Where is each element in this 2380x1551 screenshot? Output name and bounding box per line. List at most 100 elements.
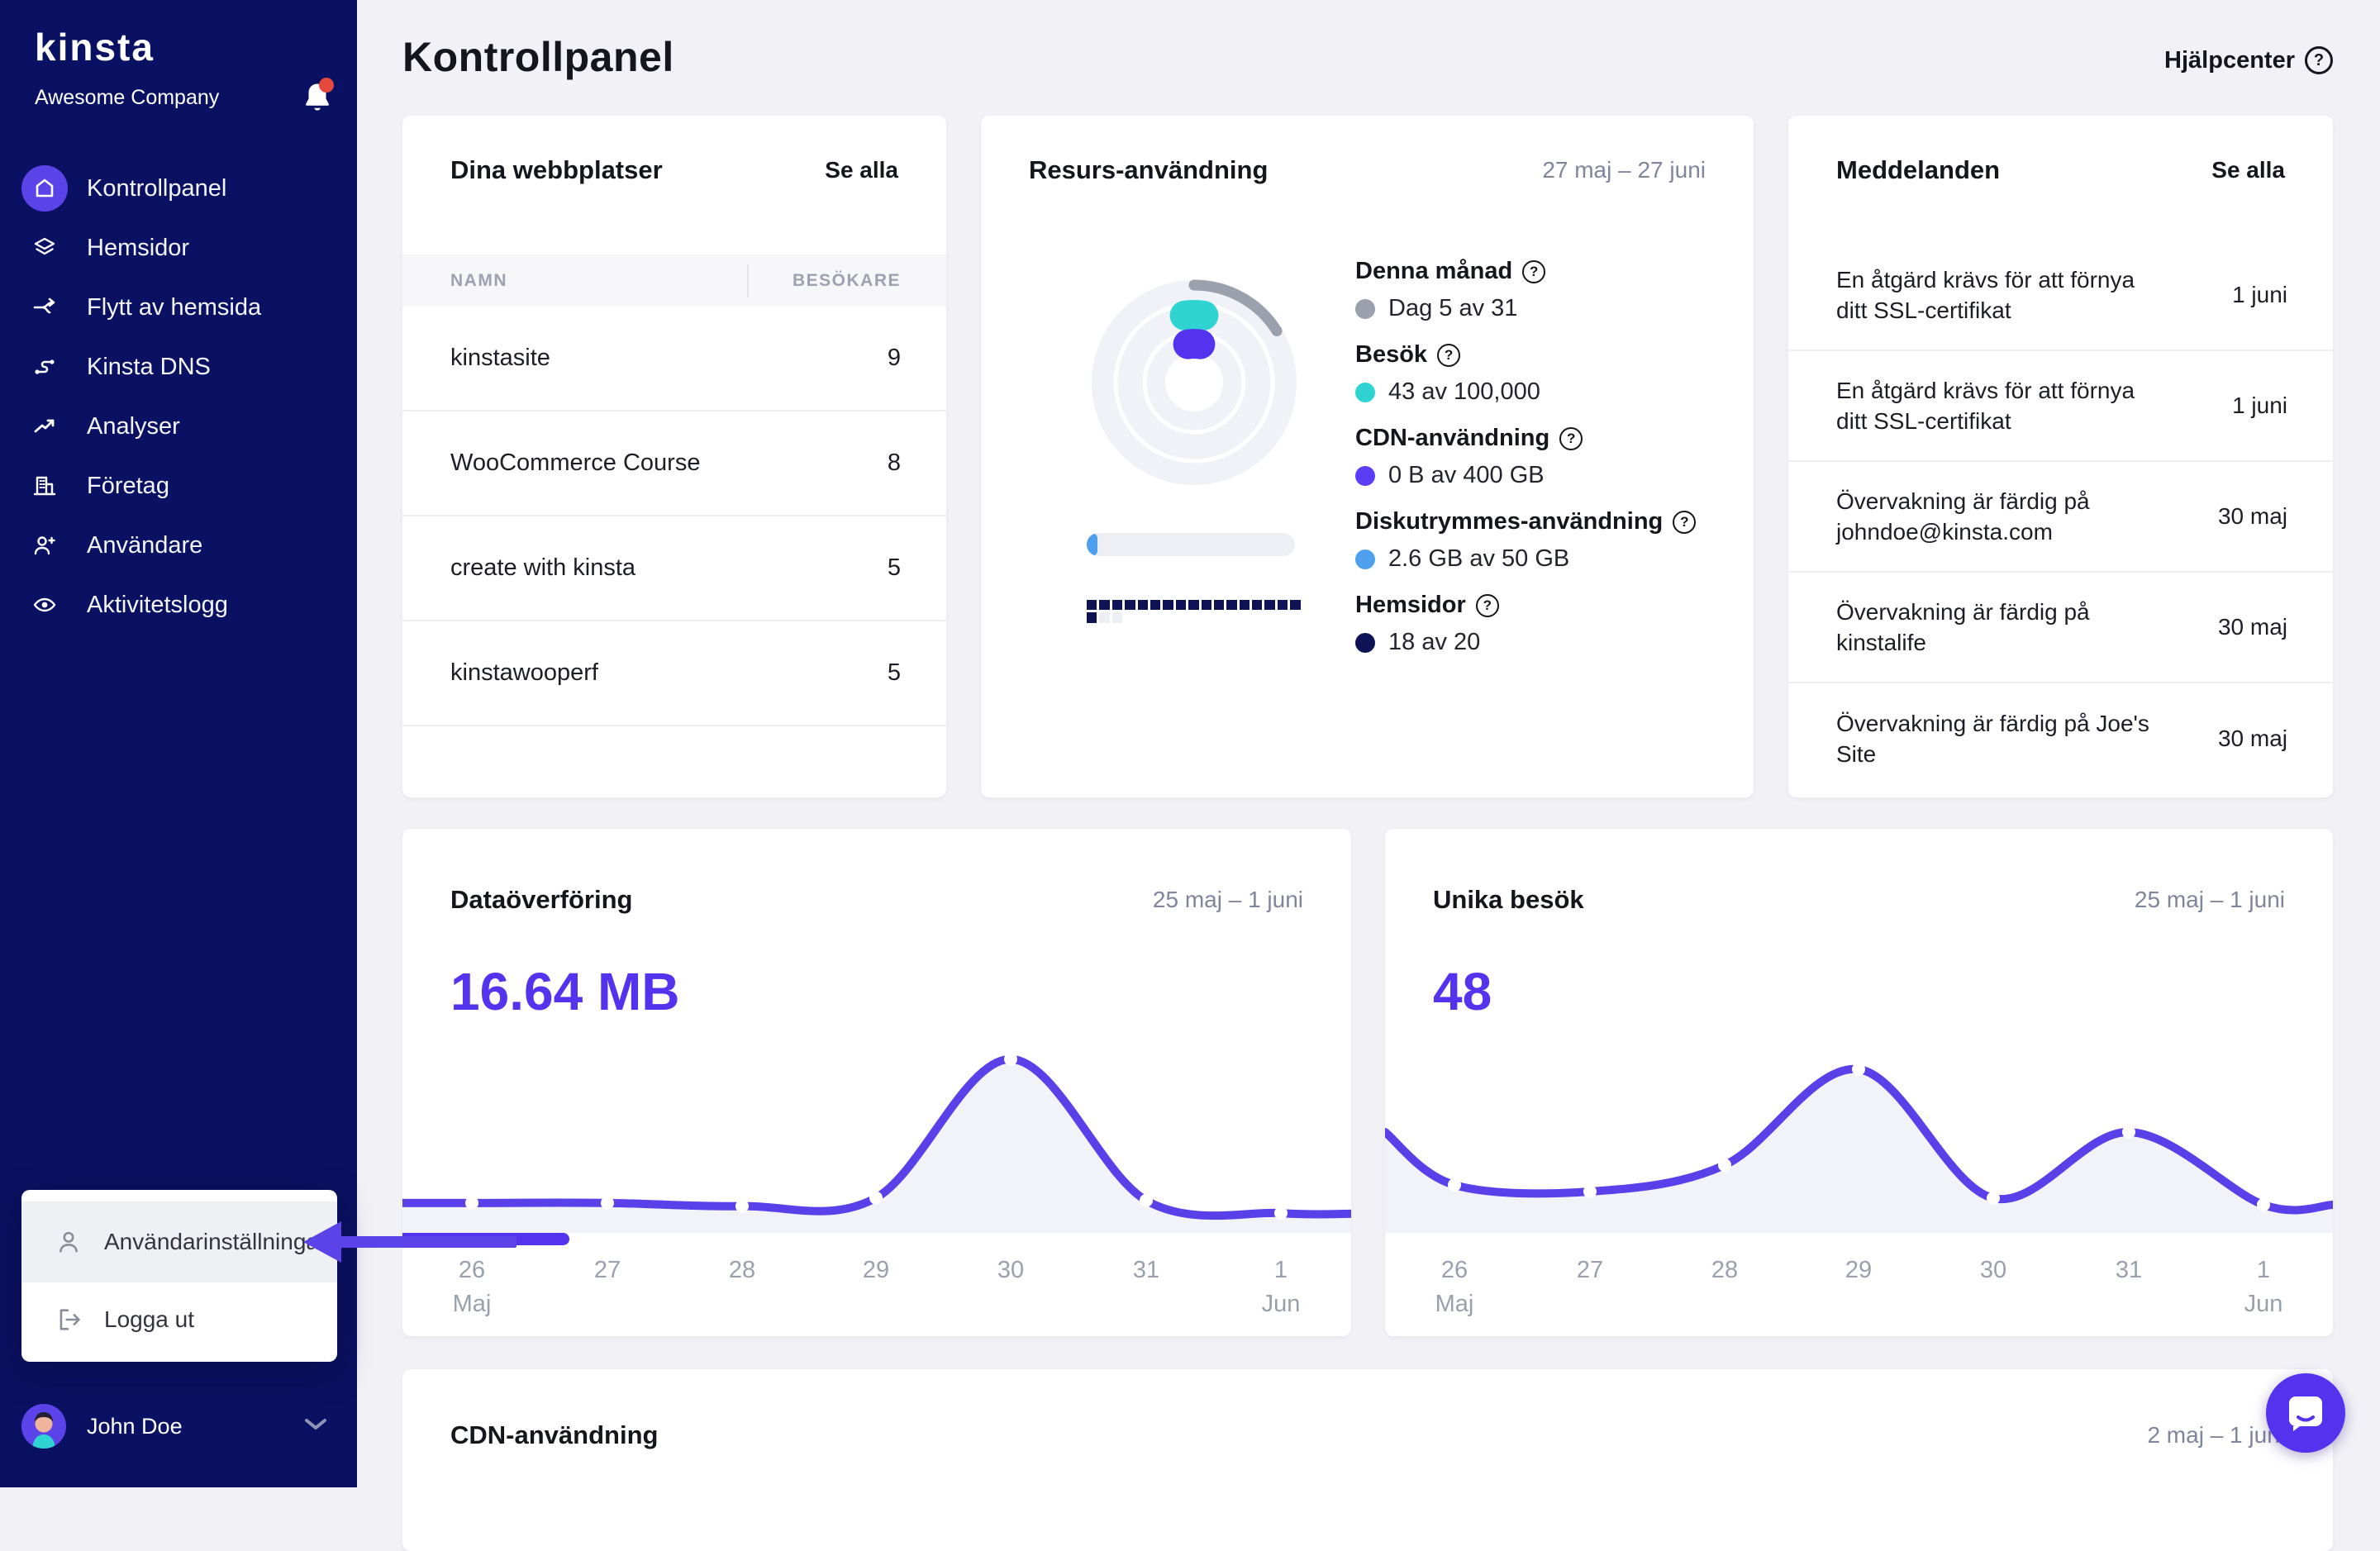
- list-item[interactable]: Övervakning är färdig på Joe's Site 30 m…: [1788, 683, 2333, 794]
- table-row[interactable]: create with kinsta 5: [402, 516, 946, 621]
- menu-item-logout[interactable]: Logga ut: [21, 1282, 337, 1357]
- sites-see-all-link[interactable]: Se alla: [825, 157, 898, 183]
- menu-item-label: Logga ut: [104, 1306, 194, 1332]
- x-axis-tick: 26 Maj: [1435, 1257, 1474, 1317]
- sidebar-item-hemsidor[interactable]: Hemsidor: [0, 218, 357, 278]
- data-transfer-card: Dataöverföring 25 maj – 1 juni 16.64 MB …: [402, 829, 1351, 1336]
- cdn-usage-card: CDN-användning 2 maj – 1 juni: [402, 1369, 2333, 1551]
- visits-total: 48: [1433, 962, 1492, 1021]
- usage-gauge: [1092, 279, 1297, 485]
- site-slot-square: [1252, 600, 1263, 611]
- disk-usage-fill: [1087, 533, 1098, 556]
- transfer-card-title: Dataöverföring: [450, 885, 633, 914]
- kinsta-logo[interactable]: kinsta: [35, 25, 155, 69]
- x-axis-tick: 31: [1132, 1257, 1160, 1283]
- migration-icon: [33, 297, 55, 314]
- sidebar-item-foretag[interactable]: Företag: [0, 456, 357, 516]
- site-slot-square: [1213, 600, 1225, 611]
- notifications-button[interactable]: [302, 78, 334, 114]
- site-slot-square: [1099, 600, 1110, 611]
- legend-dot: [1355, 298, 1375, 319]
- logout-icon: [60, 1309, 80, 1330]
- visits-date-range: 25 maj – 1 juni: [2134, 887, 2285, 912]
- column-divider: [747, 264, 749, 297]
- company-name: Awesome Company: [35, 85, 220, 109]
- x-axis-tick: 28: [728, 1257, 756, 1283]
- site-slot-square: [1264, 600, 1275, 611]
- help-icon[interactable]: ?: [1559, 426, 1583, 450]
- help-icon[interactable]: ?: [1522, 259, 1546, 283]
- user-plus-icon: [34, 536, 55, 555]
- sidebar-nav: Kontrollpanel Hemsidor Flytt av hemsida …: [0, 159, 357, 635]
- sidebar-item-anvandare[interactable]: Användare: [0, 516, 357, 575]
- legend-this-month: Denna månad? Dag 5 av 31: [1355, 258, 1719, 322]
- user-name: John Doe: [87, 1413, 183, 1439]
- site-slot-square: [1163, 600, 1173, 611]
- site-slot-square: [1188, 600, 1199, 611]
- chevron-down-icon: [304, 1417, 327, 1436]
- site-slot-square: [1111, 612, 1123, 623]
- legend-sites: Hemsidor? 18 av 20: [1355, 592, 1719, 656]
- user-account-button[interactable]: John Doe: [0, 1388, 357, 1464]
- chat-launcher-button[interactable]: [2266, 1373, 2345, 1453]
- list-item[interactable]: En åtgärd krävs för att förnya ditt SSL-…: [1788, 351, 2333, 462]
- gauge-cdn-arc: [1173, 329, 1216, 359]
- transfer-total: 16.64 MB: [450, 962, 680, 1021]
- building-icon: [33, 476, 56, 496]
- home-icon: [36, 178, 54, 197]
- help-icon[interactable]: ?: [1673, 510, 1697, 534]
- site-slot-square: [1150, 600, 1161, 611]
- menu-item-user-settings[interactable]: Användarinställningar: [21, 1201, 337, 1282]
- usage-legend: Denna månad? Dag 5 av 31 Besök? 43 av 10…: [1355, 258, 1719, 675]
- sidebar: kinsta Awesome Company Kontrollpanel Hem…: [0, 0, 357, 1487]
- sidebar-item-analyser[interactable]: Analyser: [0, 397, 357, 456]
- site-slot-square: [1277, 600, 1288, 611]
- notification-badge: [319, 78, 334, 93]
- column-visitors: BESÖKARE: [792, 270, 901, 290]
- list-item[interactable]: En åtgärd krävs för att förnya ditt SSL-…: [1788, 240, 2333, 351]
- x-axis-tick: 28: [1711, 1257, 1739, 1283]
- sites-card: Dina webbplatser Se alla NAMN BESÖKARE k…: [402, 116, 946, 797]
- x-axis-tick: 30: [997, 1257, 1025, 1283]
- legend-dot: [1355, 465, 1375, 486]
- sidebar-item-kontrollpanel[interactable]: Kontrollpanel: [0, 159, 357, 218]
- legend-dot: [1355, 632, 1375, 653]
- list-item[interactable]: Övervakning är färdig på johndoe@kinsta.…: [1788, 462, 2333, 573]
- sidebar-item-kinsta-dns[interactable]: Kinsta DNS: [0, 337, 357, 397]
- sidebar-item-aktivitetslogg[interactable]: Aktivitetslogg: [0, 575, 357, 635]
- menu-item-label: Användarinställningar: [104, 1229, 327, 1254]
- x-axis-tick: 30: [1979, 1257, 2007, 1283]
- transfer-date-range: 25 maj – 1 juni: [1152, 887, 1303, 912]
- visits-chart: [1385, 1063, 2333, 1233]
- transfer-x-axis: 26 Maj 27 28 29 30 31 1 Jun: [402, 1257, 1351, 1331]
- site-slot-square: [1125, 600, 1135, 611]
- messages-card-title: Meddelanden: [1836, 155, 2001, 184]
- chart-scrollbar[interactable]: [402, 1233, 569, 1245]
- site-slot-square: [1111, 600, 1123, 611]
- helpcenter-button[interactable]: Hjälpcenter ?: [2164, 46, 2333, 74]
- table-row[interactable]: kinstasite 9: [402, 307, 946, 412]
- site-slot-square: [1087, 612, 1097, 623]
- messages-see-all-link[interactable]: Se alla: [2211, 157, 2285, 183]
- avatar: [21, 1404, 66, 1449]
- sites-table-header: NAMN BESÖKARE: [402, 255, 946, 307]
- help-icon[interactable]: ?: [1437, 343, 1461, 367]
- x-axis-tick: 27: [1576, 1257, 1604, 1283]
- list-item[interactable]: Övervakning är färdig på kinstalife 30 m…: [1788, 573, 2333, 683]
- site-slot-square: [1087, 600, 1097, 611]
- table-row[interactable]: kinstawooperf 5: [402, 621, 946, 726]
- user-menu-popup: Användarinställningar Logga ut: [21, 1190, 337, 1362]
- person-icon: [60, 1231, 78, 1253]
- legend-disk: Diskutrymmes-användning? 2.6 GB av 50 GB: [1355, 508, 1719, 573]
- help-icon[interactable]: ?: [1475, 593, 1499, 617]
- cdn-card-title: CDN-användning: [450, 1420, 659, 1449]
- analytics-icon: [34, 419, 55, 433]
- resources-card-title: Resurs-användning: [1029, 155, 1269, 184]
- x-axis-tick: 27: [593, 1257, 621, 1283]
- sidebar-item-flytt-av-hemsida[interactable]: Flytt av hemsida: [0, 278, 357, 337]
- legend-dot: [1355, 382, 1375, 402]
- x-axis-tick: 29: [862, 1257, 890, 1283]
- table-row[interactable]: WooCommerce Course 8: [402, 412, 946, 516]
- disk-usage-bar: [1087, 533, 1295, 556]
- site-slot-square: [1137, 600, 1148, 611]
